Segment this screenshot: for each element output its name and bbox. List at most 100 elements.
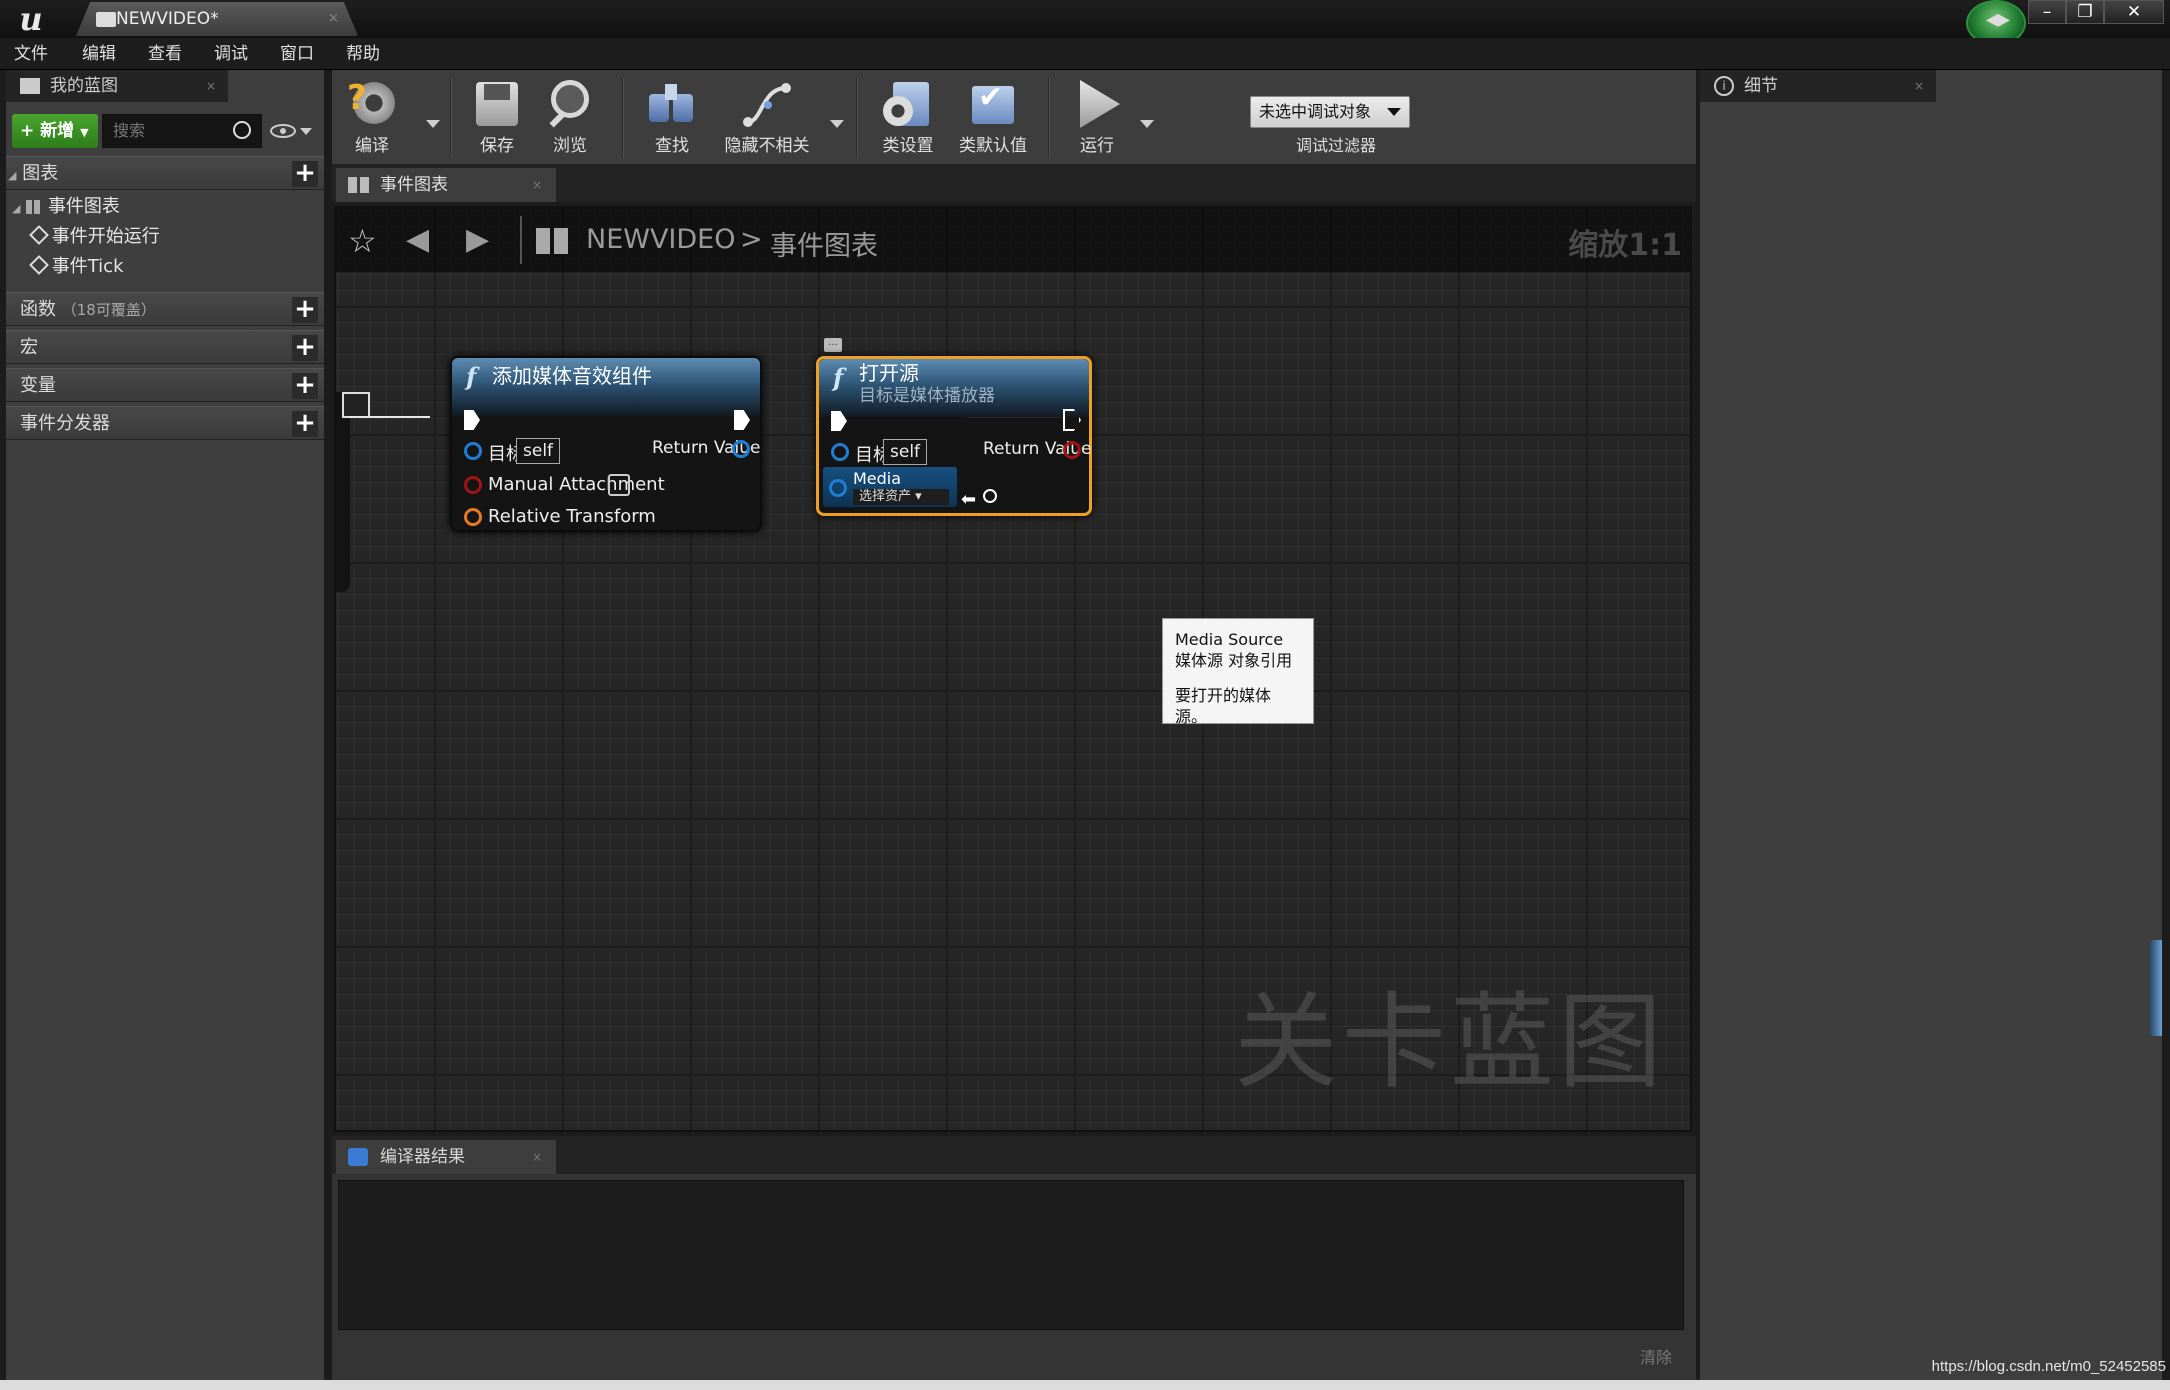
run-options-arrow-icon[interactable]	[1140, 120, 1154, 128]
section-event-dispatchers-label: 事件分发器	[20, 413, 110, 434]
menu-bar: 文件 编辑 查看 调试 窗口 帮助	[0, 38, 2170, 70]
clear-button[interactable]: 清除	[1640, 1344, 1672, 1368]
menu-edit[interactable]: 编辑	[82, 38, 116, 70]
add-new-button[interactable]: + 新增 ▼	[12, 114, 98, 148]
select-asset-dropdown[interactable]: 选择资产 ▾	[853, 489, 949, 505]
details-tab-label: 细节	[1744, 76, 1778, 96]
my-blueprint-tab[interactable]: 我的蓝图 ×	[6, 70, 228, 102]
section-variables[interactable]: 变量 +	[6, 368, 324, 402]
return-value-pin[interactable]	[732, 440, 750, 458]
tab-compiler-results-close-icon[interactable]: ×	[532, 1140, 542, 1174]
browse-label: 浏览	[553, 136, 587, 156]
add-macro-button[interactable]: +	[292, 334, 318, 361]
tree-event-tick-label: 事件Tick	[51, 256, 124, 277]
add-function-button[interactable]: +	[292, 296, 318, 323]
tooltip-line-3: 要打开的媒体源。	[1175, 686, 1272, 726]
class-defaults-button[interactable]: ✔ 类默认值	[948, 70, 1038, 164]
compile-options-arrow-icon[interactable]	[426, 120, 440, 128]
target-pin[interactable]	[831, 443, 849, 461]
tree-event-tick[interactable]: 事件Tick	[29, 252, 124, 282]
close-window-button[interactable]: ✕	[2104, 0, 2164, 24]
visibility-dropdown-arrow-icon[interactable]	[300, 128, 312, 135]
side-scroll-handle[interactable]	[2150, 940, 2162, 1036]
forward-arrow-icon[interactable]: ▶	[466, 222, 489, 257]
section-macros[interactable]: 宏 +	[6, 330, 324, 364]
unreal-logo-icon: u	[19, 0, 43, 38]
favorite-star-icon[interactable]: ☆	[348, 222, 377, 260]
tab-event-graph-close-icon[interactable]: ×	[532, 168, 542, 202]
add-event-dispatcher-button[interactable]: +	[292, 410, 318, 437]
debug-object-select[interactable]: 未选中调试对象	[1250, 96, 1410, 128]
compile-button[interactable]: ? 编译	[332, 70, 412, 164]
menu-debug[interactable]: 调试	[214, 38, 248, 70]
offscreen-event-node[interactable]	[336, 392, 350, 592]
section-variables-label: 变量	[20, 375, 56, 396]
event-graph-canvas[interactable]: ☆ ◀ ▶ NEWVIDEO > 事件图表 缩放1:1 f 添加媒体音效组件 目…	[334, 206, 1692, 1132]
browse-button[interactable]: 浏览	[532, 70, 608, 164]
section-functions-note: （18可覆盖）	[61, 301, 156, 319]
debug-filter-label: 调试过滤器	[1295, 136, 1376, 155]
manual-attachment-checkbox[interactable]	[608, 474, 630, 496]
section-graphs[interactable]: ◢ 图表 +	[6, 156, 324, 190]
tree-event-begin-play[interactable]: 事件开始运行	[29, 222, 160, 252]
menu-help[interactable]: 帮助	[346, 38, 380, 70]
node-header: f 打开源 目标是媒体播放器	[819, 359, 1089, 417]
class-defaults-label: 类默认值	[959, 136, 1027, 156]
media-source-pin-row[interactable]: Media Source 选择资产 ▾	[823, 467, 957, 507]
section-event-dispatchers[interactable]: 事件分发器 +	[6, 406, 324, 440]
visibility-eye-icon[interactable]	[270, 124, 296, 138]
restore-button[interactable]: ❐	[2066, 0, 2104, 24]
search-icon[interactable]	[233, 121, 251, 139]
tab-compiler-results[interactable]: 编译器结果 ×	[336, 1140, 556, 1174]
compiler-tab-bar: 编译器结果 ×	[332, 1136, 1696, 1174]
menu-window[interactable]: 窗口	[280, 38, 314, 70]
minimize-button[interactable]: –	[2028, 0, 2066, 24]
class-settings-button[interactable]: 类设置	[868, 70, 948, 164]
event-diamond-icon	[29, 225, 49, 245]
return-value-pin[interactable]	[1063, 441, 1081, 459]
search-input[interactable]: 搜索	[102, 114, 262, 148]
media-source-tooltip: Media Source 媒体源 对象引用 要打开的媒体源。	[1162, 618, 1314, 726]
comment-bubble-icon[interactable]: ...	[824, 338, 842, 352]
document-tab[interactable]: NEWVIDEO* ×	[76, 2, 358, 36]
compile-gear-icon: ?	[347, 78, 397, 130]
browse-asset-icon[interactable]	[983, 489, 997, 503]
use-selected-arrow-icon[interactable]: ⬅	[961, 489, 976, 510]
menu-file[interactable]: 文件	[14, 38, 48, 70]
node-header: f 添加媒体音效组件	[452, 358, 760, 416]
compiler-results-icon	[348, 1148, 368, 1166]
hide-unrelated-button[interactable]: 隐藏不相关	[712, 70, 822, 164]
back-arrow-icon[interactable]: ◀	[406, 222, 429, 257]
target-pin[interactable]	[464, 442, 482, 460]
toolbar-separator	[1048, 78, 1050, 158]
graduation-cap-icon	[1986, 14, 2010, 27]
compiler-results-log[interactable]	[338, 1180, 1684, 1330]
hide-unrelated-options-arrow-icon[interactable]	[830, 120, 844, 128]
target-self-value[interactable]: self	[516, 438, 561, 464]
media-source-pin[interactable]	[829, 479, 847, 497]
save-button[interactable]: 保存	[462, 70, 532, 164]
target-self-value[interactable]: self	[883, 439, 928, 465]
find-button[interactable]: 查找	[632, 70, 712, 164]
class-defaults-check-icon: ✔	[968, 78, 1018, 130]
breadcrumb-root[interactable]: NEWVIDEO	[586, 224, 736, 255]
menu-view[interactable]: 查看	[148, 38, 182, 70]
run-button[interactable]: 运行	[1060, 70, 1134, 164]
manual-attachment-pin[interactable]	[464, 476, 482, 494]
run-label: 运行	[1080, 136, 1114, 156]
details-tab-close-icon[interactable]: ×	[1914, 70, 1924, 102]
node-add-media-sound-component[interactable]: f 添加媒体音效组件 目标 self Return Value Manual A…	[450, 356, 762, 532]
add-graph-button[interactable]: +	[292, 160, 318, 187]
section-macros-label: 宏	[20, 337, 38, 358]
document-tab-close-icon[interactable]: ×	[328, 2, 339, 36]
section-functions[interactable]: 函数 （18可覆盖） +	[6, 292, 324, 326]
details-tab[interactable]: i 细节 ×	[1700, 70, 1936, 102]
tab-event-graph[interactable]: 事件图表 ×	[336, 168, 556, 202]
relative-transform-pin[interactable]	[464, 508, 482, 526]
add-variable-button[interactable]: +	[292, 372, 318, 399]
tree-event-graph[interactable]: ◢ 事件图表	[12, 192, 120, 222]
my-blueprint-panel: 我的蓝图 × + 新增 ▼ 搜索 ◢ 图表 + ◢ 事件图表 事件开始运行 事件…	[6, 70, 324, 1380]
breadcrumb-current[interactable]: 事件图表	[770, 224, 878, 263]
my-blueprint-tab-close-icon[interactable]: ×	[206, 70, 216, 102]
node-open-source[interactable]: f 打开源 目标是媒体播放器 目标 self Return Value Medi…	[816, 356, 1092, 516]
